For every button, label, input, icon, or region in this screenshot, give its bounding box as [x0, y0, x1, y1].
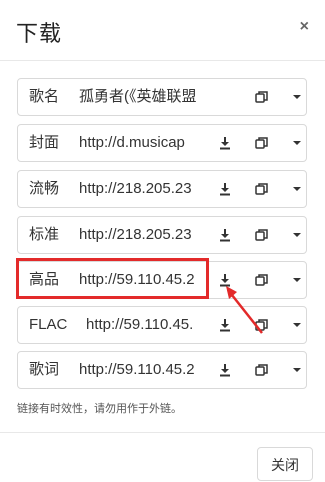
row-cover: 封面 http://d.musicap: [17, 124, 307, 162]
link-expiry-note: 链接有时效性，请勿用作于外链。: [17, 403, 182, 415]
row-label: 高品: [29, 271, 60, 288]
row-smooth: 流畅 http://218.205.23: [17, 170, 307, 208]
download-icon[interactable]: [214, 132, 236, 154]
row-label: FLAC: [29, 316, 68, 333]
footer-divider: [0, 432, 325, 433]
caret-down-icon[interactable]: [286, 132, 308, 154]
caret-down-icon[interactable]: [286, 269, 308, 291]
row-value[interactable]: http://d.musicap: [79, 125, 196, 161]
dialog-title: 下载: [16, 21, 63, 46]
copy-icon[interactable]: [251, 359, 273, 381]
download-icon[interactable]: [214, 359, 236, 381]
row-value[interactable]: http://218.205.23: [79, 217, 196, 253]
copy-icon[interactable]: [251, 314, 273, 336]
row-lyrics: 歌词 http://59.110.45.2: [17, 351, 307, 389]
caret-down-icon[interactable]: [286, 86, 308, 108]
row-label: 歌词: [29, 361, 60, 378]
row-label: 封面: [29, 134, 60, 151]
row-value[interactable]: http://59.110.45.2: [79, 352, 196, 388]
copy-icon[interactable]: [251, 132, 273, 154]
caret-down-icon[interactable]: [286, 359, 308, 381]
row-label: 歌名: [29, 88, 60, 105]
caret-down-icon[interactable]: [286, 314, 308, 336]
download-icon[interactable]: [214, 269, 236, 291]
close-button[interactable]: 关闭: [257, 447, 313, 481]
row-value[interactable]: 孤勇者(《英雄联盟：双: [79, 79, 196, 115]
download-icon[interactable]: [214, 314, 236, 336]
row-value[interactable]: http://218.205.23: [79, 171, 196, 207]
row-value[interactable]: http://59.110.45.2: [79, 262, 196, 298]
row-label: 流畅: [29, 180, 60, 197]
close-icon[interactable]: ×: [300, 18, 309, 36]
row-value[interactable]: http://59.110.45.: [86, 307, 196, 343]
caret-down-icon[interactable]: [286, 224, 308, 246]
caret-down-icon[interactable]: [286, 178, 308, 200]
row-high-quality: 高品 http://59.110.45.2: [17, 261, 307, 299]
download-dialog: 下载 × 歌名 孤勇者(《英雄联盟：双 封面 http://d.musicap …: [0, 0, 325, 481]
row-standard: 标准 http://218.205.23: [17, 216, 307, 254]
row-flac: FLAC http://59.110.45.: [17, 306, 307, 344]
download-icon[interactable]: [214, 224, 236, 246]
copy-icon[interactable]: [251, 86, 273, 108]
header-divider: [0, 60, 325, 61]
copy-icon[interactable]: [251, 269, 273, 291]
row-song-name: 歌名 孤勇者(《英雄联盟：双: [17, 78, 307, 116]
row-label: 标准: [29, 226, 60, 243]
copy-icon[interactable]: [251, 224, 273, 246]
copy-icon[interactable]: [251, 178, 273, 200]
download-icon[interactable]: [214, 178, 236, 200]
